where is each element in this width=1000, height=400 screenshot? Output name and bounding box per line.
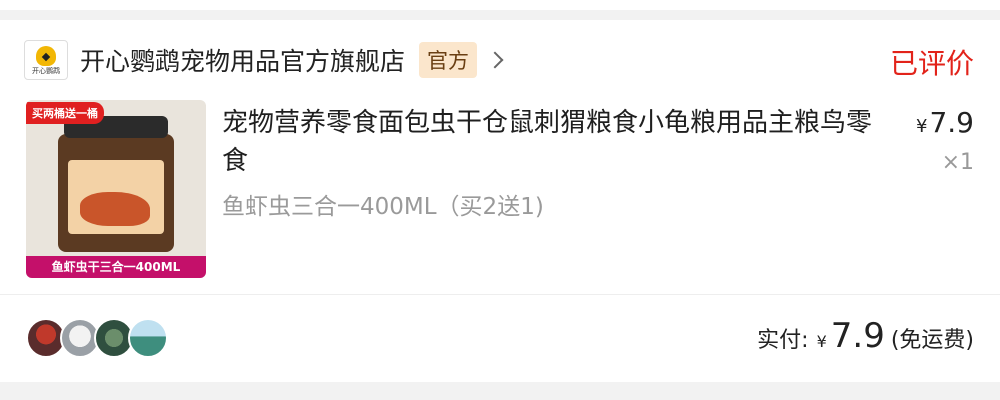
shop-name[interactable]: 开心鹦鹉宠物用品官方旗舰店 [80,42,405,78]
product-title[interactable]: 宠物营养零食面包虫干仓鼠刺猬粮食小龟粮用品主粮鸟零食 [222,104,882,180]
product-image-caption: 鱼虾虫干三合一400ML [26,256,206,278]
paid-amount: 7.9 [830,316,885,356]
order-status: 已评价 [889,47,974,80]
reviewer-avatars[interactable] [26,318,168,358]
chevron-right-icon[interactable] [486,51,504,69]
bottom-spacer [0,382,1000,400]
order-card: 开心鹦鹉 开心鹦鹉宠物用品官方旗舰店 官方 已评价 买两桶送一桶 鱼虾虫干三合一… [0,20,1000,400]
product-variant: 鱼虾虫三合一400ML（买2送1) [222,194,544,220]
shop-header[interactable]: 开心鹦鹉 开心鹦鹉宠物用品官方旗舰店 官方 [24,40,504,80]
product-image[interactable]: 买两桶送一桶 鱼虾虫干三合一400ML [26,100,206,278]
shop-logo: 开心鹦鹉 [24,40,68,80]
paid-label: 实付: [757,328,809,353]
shipping-note: (免运费) [890,328,974,353]
payment-summary: 实付: ¥ 7.9 (免运费) [757,316,974,360]
top-spacer [0,0,1000,10]
avatar[interactable] [128,318,168,358]
paid-currency: ¥ [816,332,827,351]
price-currency: ¥ [916,116,928,137]
shop-logo-text: 开心鹦鹉 [32,67,60,75]
product-price: ¥7.9 [916,104,974,146]
food-shape [80,192,150,226]
divider [0,294,1000,295]
product-quantity: ×1 [941,150,974,175]
official-badge: 官方 [419,42,478,78]
price-value: 7.9 [929,106,974,139]
promo-ribbon: 买两桶送一桶 [26,102,104,124]
